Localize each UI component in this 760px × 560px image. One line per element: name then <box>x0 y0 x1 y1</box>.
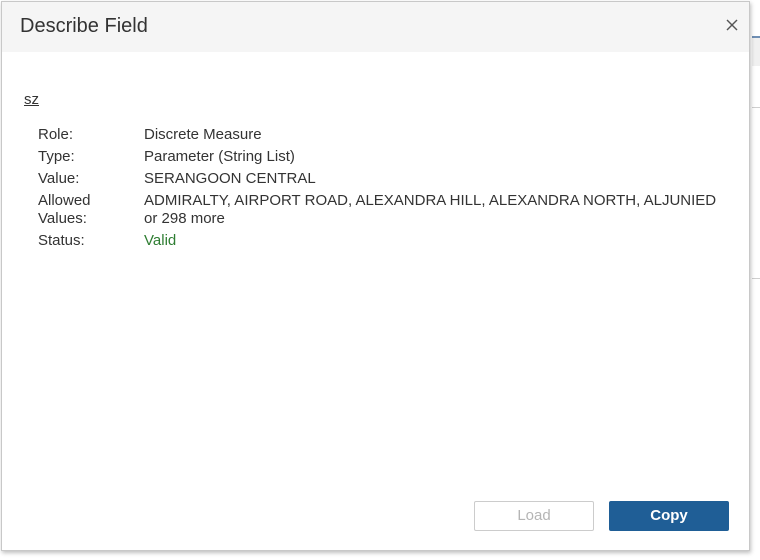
property-row-status: Status: Valid <box>38 232 738 250</box>
background-accent-edge <box>752 36 760 38</box>
copy-button[interactable]: Copy <box>609 501 729 531</box>
property-value: SERANGOON CENTRAL <box>144 170 316 187</box>
dialog-title: Describe Field <box>20 15 148 37</box>
background-toolbar-edge <box>752 36 760 66</box>
property-row-value: Value: SERANGOON CENTRAL <box>38 170 738 188</box>
property-label: Allowed Values: <box>38 192 91 227</box>
property-label: Type: <box>38 148 75 165</box>
describe-field-dialog: Describe Field sz Role: Discrete Measure… <box>1 1 750 551</box>
property-label: Value: <box>38 170 80 187</box>
background-divider <box>752 278 760 279</box>
property-label: Role: <box>38 126 74 143</box>
property-value: Discrete Measure <box>144 126 262 143</box>
property-row-role: Role: Discrete Measure <box>38 126 738 144</box>
property-row-type: Type: Parameter (String List) <box>38 148 738 166</box>
property-value: Parameter (String List) <box>144 148 295 165</box>
field-name: sz <box>24 91 39 108</box>
status-value: Valid <box>144 232 177 249</box>
property-row-allowed-values: Allowed Values: ADMIRALTY, AIRPORT ROAD,… <box>38 192 738 228</box>
close-button[interactable] <box>725 18 739 32</box>
property-value: ADMIRALTY, AIRPORT ROAD, ALEXANDRA HILL,… <box>144 192 717 227</box>
property-label: Status: <box>38 232 85 249</box>
background-divider <box>752 107 760 108</box>
dialog-header: Describe Field <box>2 2 749 52</box>
field-properties: Role: Discrete Measure Type: Parameter (… <box>38 126 738 254</box>
load-button[interactable]: Load <box>474 501 594 531</box>
close-icon <box>726 19 738 31</box>
